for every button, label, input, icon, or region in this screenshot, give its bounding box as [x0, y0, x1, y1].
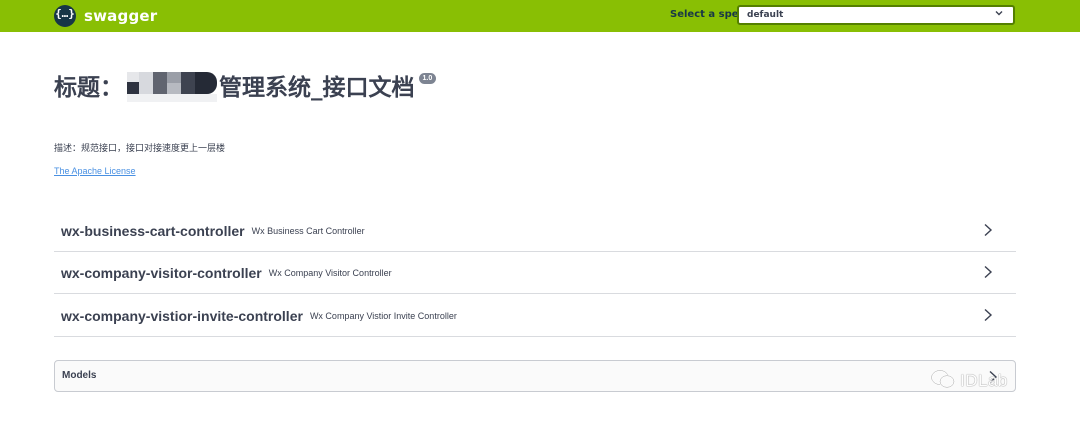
redacted-mosaic: [125, 72, 220, 102]
title-prefix: 标题：: [54, 75, 123, 101]
version-badge: 1.0: [418, 72, 437, 84]
spec-select[interactable]: default: [737, 5, 1015, 25]
swagger-logo[interactable]: {…} swagger: [54, 5, 157, 27]
license-link[interactable]: The Apache License: [54, 166, 136, 176]
page-title: 标题： 管理系统_接口文档 1.0: [54, 68, 437, 102]
tag-section-1[interactable]: wx-company-visitor-controller Wx Company…: [54, 252, 1016, 294]
swagger-logo-icon: {…}: [54, 5, 76, 27]
models-label: Models: [62, 370, 97, 381]
tag-name: wx-company-visitor-controller: [61, 264, 262, 281]
wechat-icon: [930, 369, 956, 393]
topbar: {…} swagger Select a spec default: [0, 0, 1080, 32]
main-content: 标题： 管理系统_接口文档 1.0 描述：规范接口，接口对接速度更上一层楼 Th…: [0, 32, 1080, 433]
chevron-down-icon: [995, 9, 1003, 19]
watermark-text: IDLab: [960, 371, 1008, 390]
tag-section-2[interactable]: wx-company-vistior-invite-controller Wx …: [54, 295, 1016, 337]
chevron-right-icon[interactable]: [982, 264, 994, 279]
tag-section-0[interactable]: wx-business-cart-controller Wx Business …: [54, 210, 1016, 252]
api-description: 描述：规范接口，接口对接速度更上一层楼: [54, 144, 226, 154]
models-section[interactable]: Models: [54, 360, 1016, 392]
chevron-right-icon[interactable]: [982, 222, 994, 237]
title-suffix: 管理系统_接口文档: [219, 75, 415, 101]
tag-description: Wx Company Vistior Invite Controller: [309, 310, 457, 321]
tag-description: Wx Business Cart Controller: [251, 225, 365, 236]
tag-name: wx-business-cart-controller: [61, 222, 245, 239]
tag-description: Wx Company Visitor Controller: [268, 267, 392, 278]
swagger-logo-text: swagger: [84, 7, 158, 25]
tag-name: wx-company-vistior-invite-controller: [61, 307, 303, 324]
spec-select-label: Select a spec: [670, 9, 745, 20]
watermark: IDLab: [930, 369, 1008, 393]
spec-select-value: default: [747, 10, 784, 20]
chevron-right-icon[interactable]: [982, 307, 994, 322]
